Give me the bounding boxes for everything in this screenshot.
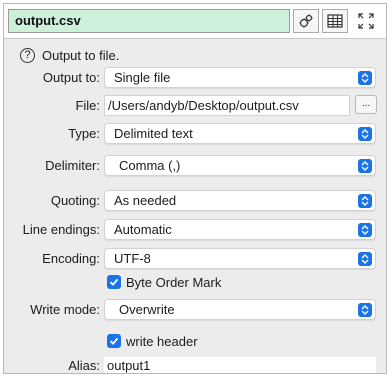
chevron-updown-icon [358, 194, 372, 208]
delimiter-value: Comma (,) [119, 158, 181, 173]
write-mode-row: Write mode: Overwrite [4, 299, 386, 321]
file-path-value: /Users/andyb/Desktop/output.csv [108, 98, 299, 113]
file-path-field[interactable]: /Users/andyb/Desktop/output.csv [104, 95, 350, 116]
delimiter-row: Delimiter: Comma (,) [4, 155, 386, 177]
write-mode-value: Overwrite [119, 302, 175, 317]
table-icon [327, 14, 343, 28]
alias-field[interactable]: output1 [104, 357, 376, 373]
node-name-field[interactable]: output.csv [8, 9, 290, 33]
line-endings-label: Line endings: [22, 222, 100, 237]
type-row: Type: Delimited text [4, 123, 386, 145]
checkmark-icon [109, 278, 119, 286]
bom-checkbox[interactable] [107, 275, 121, 289]
quoting-select[interactable]: As needed [104, 190, 376, 211]
output-to-label: Output to: [42, 70, 100, 85]
encoding-select[interactable]: UTF-8 [104, 248, 376, 269]
bom-checkbox-row[interactable]: Byte Order Mark [107, 272, 221, 292]
chevron-updown-icon [358, 252, 372, 266]
delimiter-label: Delimiter: [45, 158, 100, 173]
checkmark-icon [109, 337, 119, 345]
write-header-checkbox[interactable] [107, 334, 121, 348]
question-circle-icon[interactable]: ? [20, 48, 35, 63]
line-endings-select[interactable]: Automatic [104, 219, 376, 240]
file-row: File: /Users/andyb/Desktop/output.csv ..… [4, 95, 386, 117]
quoting-label: Quoting: [50, 193, 100, 208]
type-select[interactable]: Delimited text [104, 123, 376, 144]
chevron-updown-icon [358, 223, 372, 237]
line-endings-row: Line endings: Automatic [4, 219, 386, 241]
output-to-row: Output to: Single file [4, 67, 386, 89]
write-header-checkbox-row[interactable]: write header [107, 331, 198, 351]
help-text: Output to file. [42, 48, 120, 63]
browse-button-label: ... [361, 98, 371, 109]
encoding-label: Encoding: [42, 251, 100, 266]
settings-button[interactable] [293, 9, 319, 33]
table-view-button[interactable] [322, 9, 348, 33]
type-value: Delimited text [114, 126, 193, 141]
output-panel: output.csv ? Output to file. Output to: [3, 3, 387, 374]
output-to-value: Single file [114, 70, 171, 85]
alias-value: output1 [107, 358, 151, 373]
line-endings-value: Automatic [114, 222, 172, 237]
write-header-label: write header [126, 333, 198, 349]
encoding-value: UTF-8 [114, 251, 151, 266]
expand-button[interactable] [353, 9, 379, 33]
file-label: File: [75, 98, 100, 113]
chevron-updown-icon [358, 303, 372, 317]
node-name-text: output.csv [15, 13, 81, 28]
alias-label: Alias: [68, 358, 100, 373]
expand-icon [358, 13, 374, 29]
write-mode-select[interactable]: Overwrite [104, 299, 376, 320]
gears-icon [299, 14, 313, 28]
encoding-row: Encoding: UTF-8 [4, 248, 386, 270]
panel-header: output.csv [4, 4, 386, 39]
help-row: ? Output to file. [20, 48, 119, 63]
bom-label: Byte Order Mark [126, 274, 222, 290]
quoting-row: Quoting: As needed [4, 190, 386, 212]
browse-button[interactable]: ... [355, 95, 377, 114]
type-label: Type: [68, 126, 100, 141]
chevron-updown-icon [358, 127, 372, 141]
output-to-select[interactable]: Single file [104, 67, 376, 88]
write-mode-label: Write mode: [30, 302, 100, 317]
chevron-updown-icon [358, 159, 372, 173]
chevron-updown-icon [358, 71, 372, 85]
delimiter-select[interactable]: Comma (,) [104, 155, 376, 176]
quoting-value: As needed [114, 193, 177, 208]
